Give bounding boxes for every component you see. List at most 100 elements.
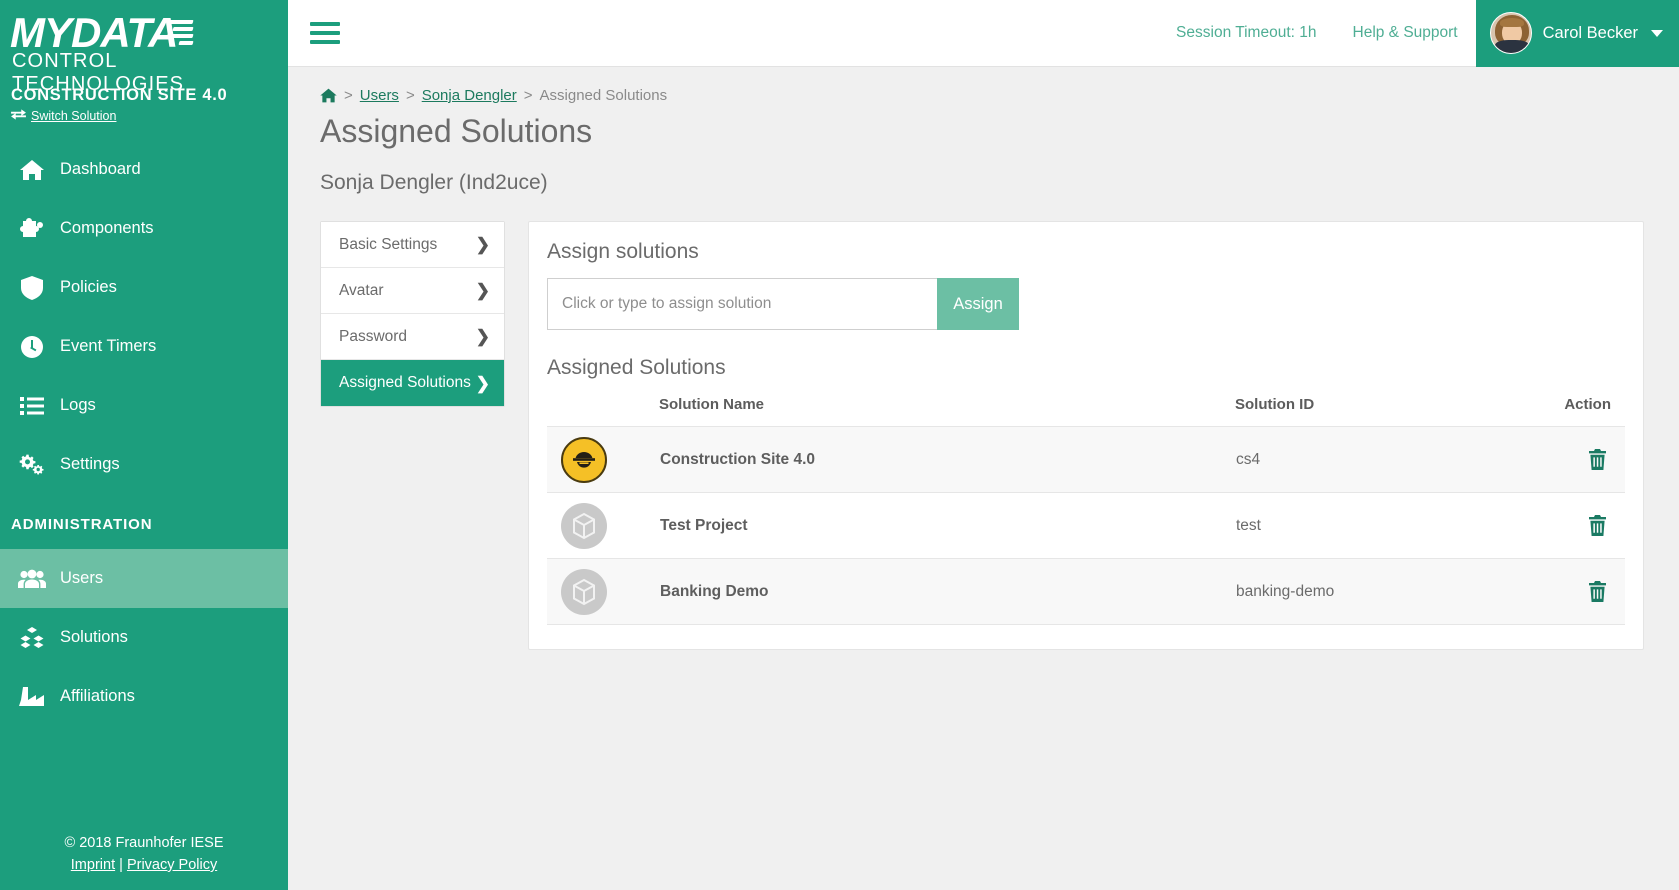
table-row: Banking Demo banking-demo — [547, 558, 1625, 625]
delete-icon[interactable] — [1584, 577, 1611, 606]
row-icon-cell — [547, 559, 659, 625]
tab-avatar[interactable]: Avatar ❯ — [321, 268, 504, 315]
row-icon-cell — [547, 427, 659, 493]
breadcrumb-current: Assigned Solutions — [539, 87, 668, 104]
nav-section-administration: ADMINISTRATION — [11, 516, 153, 533]
tab-password[interactable]: Password ❯ — [321, 314, 504, 361]
sidebar-item-affiliations[interactable]: Affiliations — [0, 667, 288, 726]
sidebar-item-components[interactable]: Components — [0, 199, 288, 258]
tab-basic-settings[interactable]: Basic Settings ❯ — [321, 222, 504, 269]
tab-label: Avatar — [339, 281, 384, 299]
table-row: Construction Site 4.0 cs4 — [547, 426, 1625, 493]
breadcrumb-user-link[interactable]: Sonja Dengler — [422, 87, 517, 104]
sidebar-item-event-timers[interactable]: Event Timers — [0, 317, 288, 376]
footer-separator: | — [119, 857, 123, 873]
body-row: Basic Settings ❯ Avatar ❯ Password ❯ Ass… — [320, 221, 1679, 651]
avatar — [1489, 12, 1532, 54]
row-solution-name: Construction Site 4.0 — [660, 450, 816, 468]
session-timeout-label: Session Timeout: 1h — [1176, 24, 1317, 41]
page-title: Assigned Solutions — [320, 113, 593, 149]
table-header-row: Solution Name Solution ID Action — [547, 396, 1625, 427]
sidebar-item-users[interactable]: Users — [0, 549, 288, 608]
chevron-right-icon: ❯ — [475, 327, 490, 347]
assign-solution-input[interactable] — [547, 278, 937, 331]
factory-icon — [18, 686, 46, 707]
breadcrumb-separator: > — [523, 87, 533, 104]
row-action-cell — [1535, 427, 1625, 493]
breadcrumb-users-link[interactable]: Users — [360, 87, 399, 104]
sidebar-item-label: Policies — [60, 278, 117, 296]
chevron-right-icon: ❯ — [475, 281, 490, 301]
assign-button[interactable]: Assign — [937, 278, 1019, 331]
sidebar-item-label: Affiliations — [60, 687, 135, 705]
assigned-solutions-table: Solution Name Solution ID Action Constru… — [547, 396, 1625, 625]
shield-icon — [18, 275, 46, 300]
gears-icon — [18, 453, 46, 477]
home-icon — [18, 159, 46, 181]
switch-solution-link[interactable]: Switch Solution — [0, 105, 288, 124]
clock-icon — [18, 335, 46, 359]
list-icon — [18, 396, 46, 416]
sidebar-item-solutions[interactable]: Solutions — [0, 608, 288, 667]
row-solution-id: cs4 — [1236, 450, 1261, 468]
sidebar-item-logs[interactable]: Logs — [0, 376, 288, 435]
sidebar-item-policies[interactable]: Policies — [0, 258, 288, 317]
puzzle-icon — [18, 217, 46, 240]
construction-worker-icon — [561, 436, 607, 483]
column-icon — [547, 396, 659, 427]
assign-solution-row: Assign — [547, 278, 1625, 331]
help-support-link[interactable]: Help & Support — [1335, 24, 1476, 42]
user-name-label: Carol Becker — [1542, 23, 1638, 42]
sidebar-item-label: Settings — [60, 455, 120, 473]
sidebar-item-label: Components — [60, 219, 154, 237]
sidebar-item-label: Event Timers — [60, 337, 157, 355]
tab-assigned-solutions[interactable]: Assigned Solutions ❯ — [321, 360, 504, 407]
sidebar-item-label: Solutions — [60, 628, 128, 646]
topbar: Session Timeout: 1h Help & Support Carol… — [288, 0, 1679, 67]
current-solution-name: CONSTRUCTION SITE 4.0 — [11, 86, 228, 104]
logo-main-text: MYDATA — [10, 9, 178, 56]
switch-icon — [11, 108, 26, 124]
delete-icon[interactable] — [1584, 445, 1611, 474]
table-head: Solution Name Solution ID Action — [547, 396, 1625, 427]
sidebar-item-settings[interactable]: Settings — [0, 435, 288, 494]
sidebar: MYDATA CONTROL TECHNOLOGIES CONSTRUCTION… — [0, 0, 288, 890]
user-menu[interactable]: Carol Becker — [1475, 0, 1679, 67]
sidebar-item-dashboard[interactable]: Dashboard — [0, 140, 288, 199]
hamburger-menu-icon[interactable] — [288, 22, 354, 44]
home-icon[interactable] — [320, 88, 337, 103]
sidebar-item-label: Logs — [60, 396, 96, 414]
column-action: Action — [1564, 396, 1611, 414]
assigned-solutions-heading: Assigned Solutions — [547, 356, 726, 380]
tab-label: Basic Settings — [339, 235, 438, 253]
breadcrumb: > Users > Sonja Dengler > Assigned Solut… — [320, 87, 1679, 104]
row-solution-name: Banking Demo — [660, 582, 769, 600]
cubes-icon — [18, 626, 46, 649]
column-solution-id: Solution ID — [1235, 396, 1315, 414]
chevron-right-icon: ❯ — [475, 373, 490, 393]
content: > Users > Sonja Dengler > Assigned Solut… — [288, 67, 1679, 651]
row-solution-name: Test Project — [660, 516, 748, 534]
column-solution-name: Solution Name — [659, 396, 765, 414]
tab-label: Password — [339, 327, 408, 345]
privacy-policy-link[interactable]: Privacy Policy — [127, 857, 217, 873]
tab-label: Assigned Solutions — [339, 374, 471, 392]
imprint-link[interactable]: Imprint — [71, 857, 115, 873]
logo[interactable]: MYDATA CONTROL TECHNOLOGIES — [0, 0, 288, 95]
row-action-cell — [1535, 559, 1625, 625]
primary-nav: Dashboard Components Policies Event Time… — [0, 140, 288, 726]
switch-solution-label: Switch Solution — [31, 109, 117, 123]
assigned-solutions-panel: Assign solutions Assign Assigned Solutio… — [528, 221, 1644, 651]
assign-solutions-heading: Assign solutions — [547, 240, 699, 264]
cube-placeholder-icon — [561, 502, 607, 549]
breadcrumb-separator: > — [344, 87, 353, 104]
sidebar-item-label: Dashboard — [60, 160, 141, 178]
cube-placeholder-icon — [561, 568, 607, 615]
sidebar-item-label: Users — [60, 569, 104, 587]
delete-icon[interactable] — [1584, 511, 1611, 540]
main-area: Session Timeout: 1h Help & Support Carol… — [288, 0, 1679, 890]
chevron-down-icon — [1651, 29, 1663, 37]
logo-bars-icon — [166, 19, 194, 47]
row-solution-id: banking-demo — [1236, 582, 1335, 600]
logo-wordmark: MYDATA — [10, 12, 288, 54]
